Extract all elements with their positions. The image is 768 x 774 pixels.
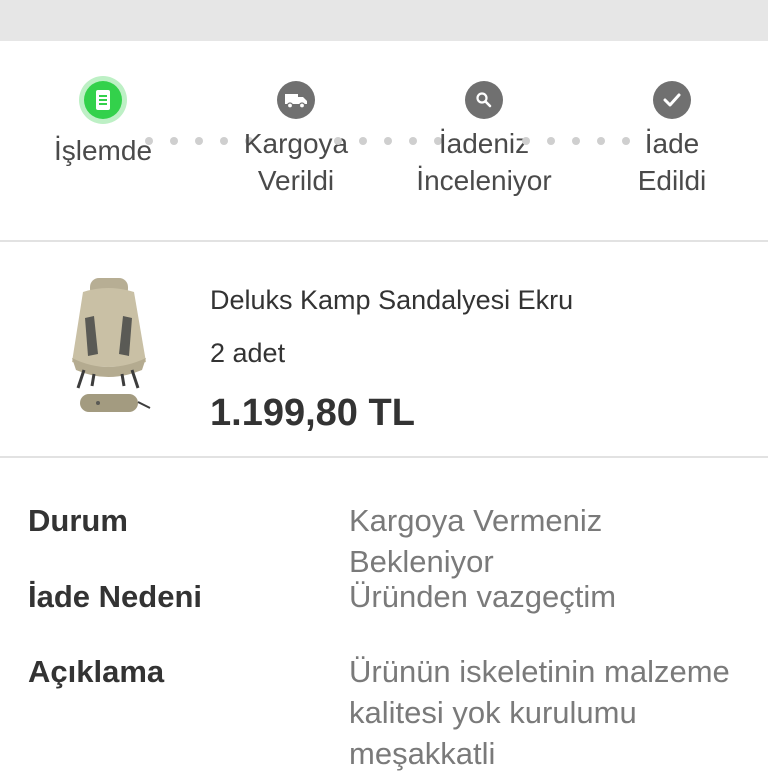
divider — [0, 456, 768, 458]
divider — [0, 240, 768, 242]
description-label: Açıklama — [28, 654, 165, 689]
truck-icon — [277, 81, 315, 119]
top-bar — [0, 0, 768, 41]
product-name[interactable]: Deluks Kamp Sandalyesi Ekru — [210, 285, 573, 316]
checkmark-icon — [653, 81, 691, 119]
step-refunded-label: İade Edildi — [637, 128, 707, 196]
product-quantity: 2 adet — [210, 338, 286, 368]
return-reason-value: Üründen vazgeçtim — [349, 579, 617, 614]
status-label: Durum — [28, 503, 128, 538]
document-icon — [84, 81, 122, 119]
description-value: Ürünün iskeletinin malzeme kalitesi yok … — [349, 654, 730, 771]
return-reason-label: İade Nedeni — [28, 579, 202, 614]
product-image[interactable] — [28, 270, 188, 430]
return-progress-stepper: İşlemde Kargoya Verildi İadeniz İnceleni… — [0, 41, 768, 241]
product-price: 1.199,80 TL — [210, 392, 415, 434]
status-value: Kargoya Vermeniz Bekleniyor — [349, 503, 603, 579]
magnifier-icon — [465, 81, 503, 119]
